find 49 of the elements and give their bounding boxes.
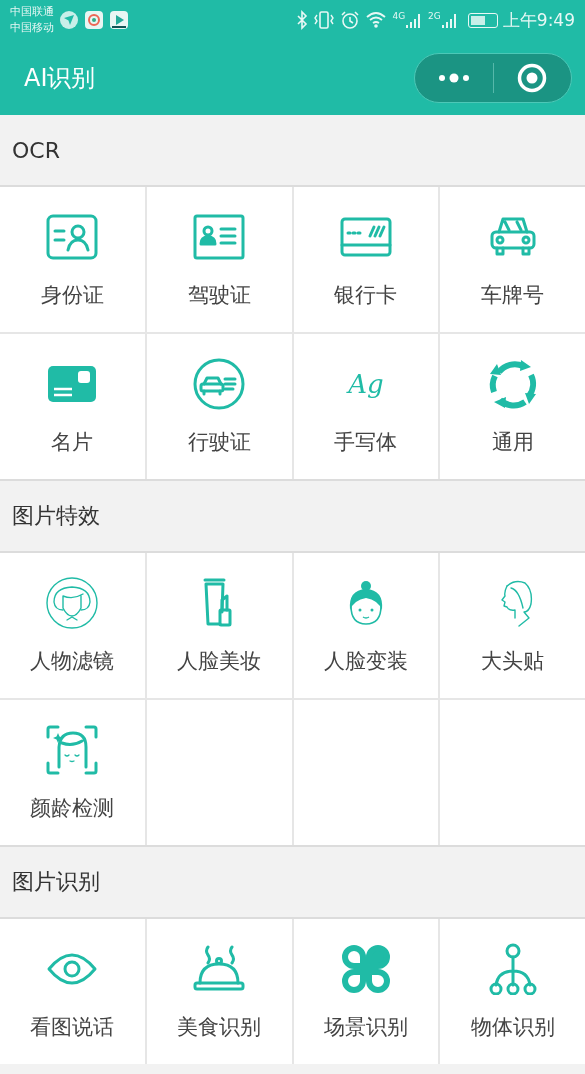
feature-tile[interactable]: 驾驶证 [146,187,292,332]
network-label: 2G [428,11,441,21]
page-title: AI识别 [24,62,96,94]
signal-icon [440,11,459,29]
feature-tile[interactable]: 车牌号 [440,187,585,332]
id-card-icon [46,214,99,260]
network-label: 4G [392,11,406,21]
handwriting-icon: Ag [348,369,384,399]
section-title: 图片识别 [12,868,100,896]
feature-tile[interactable]: Ag 手写体 [293,334,439,479]
feature-tile[interactable]: 人脸变装 [293,553,439,698]
four-petal-icon [341,945,390,993]
wifi-icon [365,10,388,30]
woman-face-icon [45,576,100,630]
vibrate-icon [313,10,336,30]
battery-icon [467,12,498,28]
feature-tile[interactable]: 银行卡 [293,187,439,332]
face-scan-icon [46,725,99,775]
bluetooth-icon [296,10,309,30]
clock-time: 上午9:49 [502,8,575,32]
alarm-icon [340,10,361,30]
feature-tile[interactable]: 颜龄检测 [0,700,145,845]
feature-tile[interactable]: 身份证 [0,187,145,332]
car-icon [488,216,537,258]
feature-tile[interactable]: 场景识别 [293,919,439,1064]
bank-card-icon [339,217,392,257]
paper-plane-icon [59,10,79,30]
carrier-name: 中国移动 [10,20,54,36]
business-card-icon [47,365,98,403]
feature-tile[interactable]: 看图说话 [0,919,145,1064]
feature-tile[interactable]: 人脸美妆 [146,553,292,698]
feature-tile[interactable]: 物体识别 [440,919,585,1064]
food-cloche-icon [192,945,247,993]
feature-tile[interactable]: 行驶证 [146,334,292,479]
section-title: 图片特效 [12,502,100,530]
feature-tile[interactable]: 名片 [0,334,145,479]
feature-tile[interactable]: 美食识别 [146,919,292,1064]
carrier-name: 中国联通 [10,4,54,20]
car-circle-icon [193,358,246,410]
app-icon [84,10,104,30]
video-app-icon [109,10,129,30]
license-card-icon [193,214,246,260]
feature-tile[interactable]: 通用 [440,334,585,479]
eye-icon [46,951,99,987]
target-icon [516,61,549,94]
feature-tile[interactable]: 大头贴 [440,553,585,698]
hierarchy-icon [487,943,538,995]
section-title: OCR [12,137,60,163]
feature-tile[interactable]: 人物滤镜 [0,553,145,698]
